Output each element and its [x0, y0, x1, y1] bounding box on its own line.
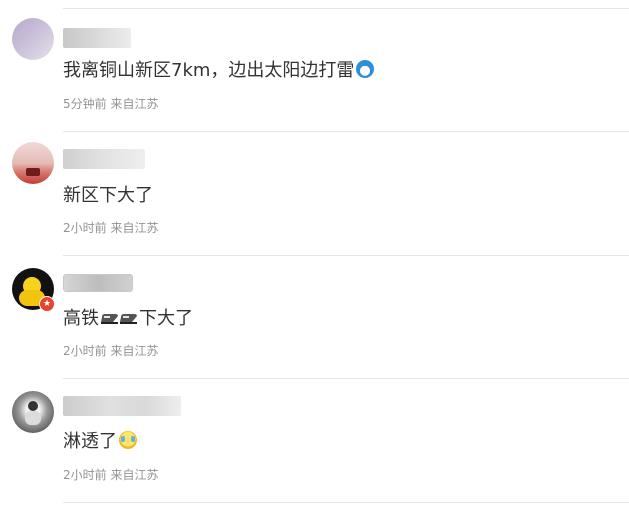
- comment-text-content: 我离铜山新区7km，边出太阳边打雷: [63, 60, 355, 81]
- comment-text-before: 高铁: [63, 308, 99, 329]
- avatar[interactable]: [12, 18, 54, 60]
- avatar-figure: [28, 401, 38, 411]
- comment-text: 新区下大了: [63, 185, 153, 206]
- avatar[interactable]: [12, 391, 54, 433]
- divider: [63, 8, 629, 9]
- train-emoji-icon: [101, 314, 137, 324]
- comment-meta: 2小时前 来自江苏: [63, 468, 159, 482]
- verified-badge-icon: ★: [39, 296, 55, 312]
- comment-text: 淋透了: [63, 430, 137, 454]
- divider: [63, 502, 629, 503]
- username-blurred[interactable]: [63, 149, 145, 169]
- divider: [63, 378, 629, 379]
- avatar-figure-body: [25, 411, 41, 425]
- divider: [63, 131, 629, 132]
- comment-text: 我离铜山新区7km，边出太阳边打雷: [63, 59, 375, 83]
- username-blurred[interactable]: [63, 274, 133, 292]
- comment-text-content: 淋透了: [63, 431, 117, 452]
- avatar-detail: [26, 168, 40, 176]
- username-blurred[interactable]: [63, 28, 131, 48]
- username-blurred[interactable]: [63, 396, 181, 416]
- laugh-cry-emoji-icon: [119, 431, 137, 449]
- comment-meta: 5分钟前 来自江苏: [63, 97, 159, 111]
- comment-meta: 2小时前 来自江苏: [63, 344, 159, 358]
- comment-text-after: 下大了: [139, 308, 193, 329]
- comment-text: 高铁 下大了: [63, 307, 193, 331]
- divider: [63, 255, 629, 256]
- avatar[interactable]: [12, 142, 54, 184]
- doraemon-emoji-icon: [356, 60, 375, 78]
- comment-meta: 2小时前 来自江苏: [63, 221, 159, 235]
